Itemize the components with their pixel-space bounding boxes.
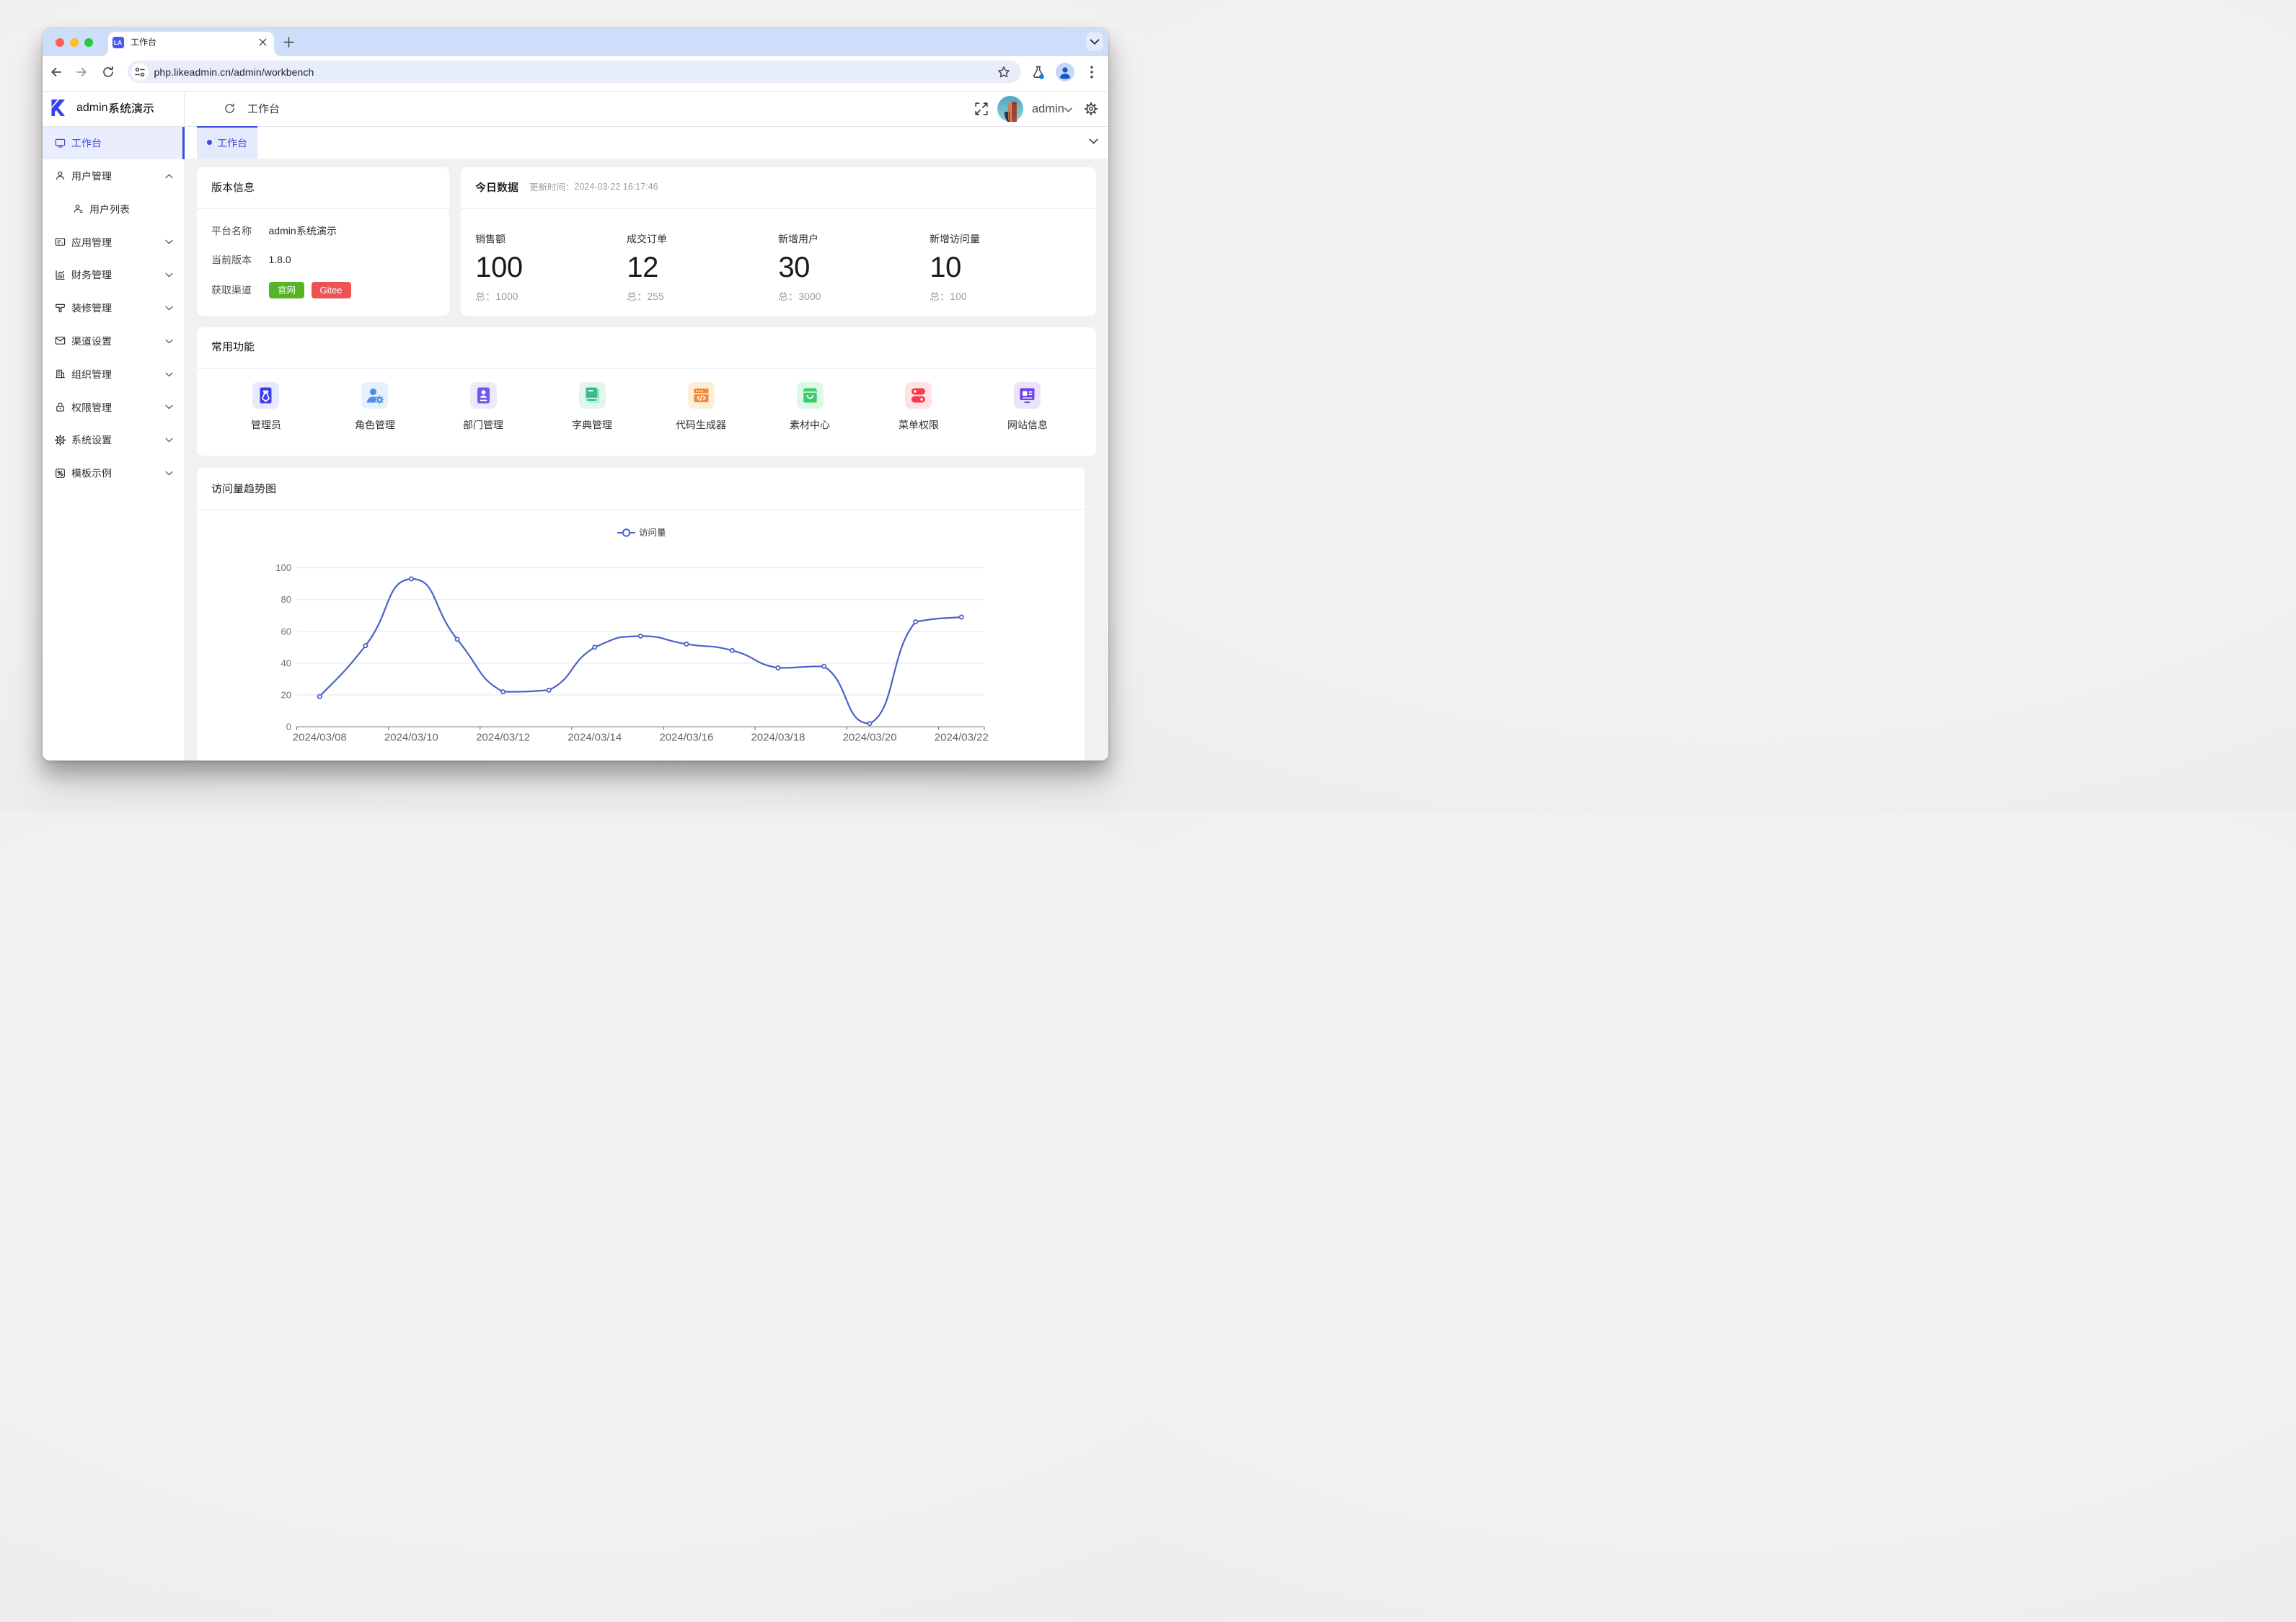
svg-text:2024/03/14: 2024/03/14 [568,731,622,743]
svg-text:100: 100 [275,562,291,573]
svg-text:60: 60 [281,626,291,637]
svg-text:2024/03/16: 2024/03/16 [659,731,713,743]
svg-text:2024/03/20: 2024/03/20 [843,731,897,743]
svg-text:2024/03/18: 2024/03/18 [751,731,805,743]
svg-text:20: 20 [281,689,291,700]
svg-text:0: 0 [286,721,291,732]
svg-text:2024/03/12: 2024/03/12 [476,731,530,743]
svg-text:2024/03/22: 2024/03/22 [935,731,989,743]
svg-text:2024/03/10: 2024/03/10 [384,731,438,743]
svg-text:2024/03/08: 2024/03/08 [293,731,347,743]
svg-text:80: 80 [281,594,291,605]
svg-text:40: 40 [281,657,291,668]
